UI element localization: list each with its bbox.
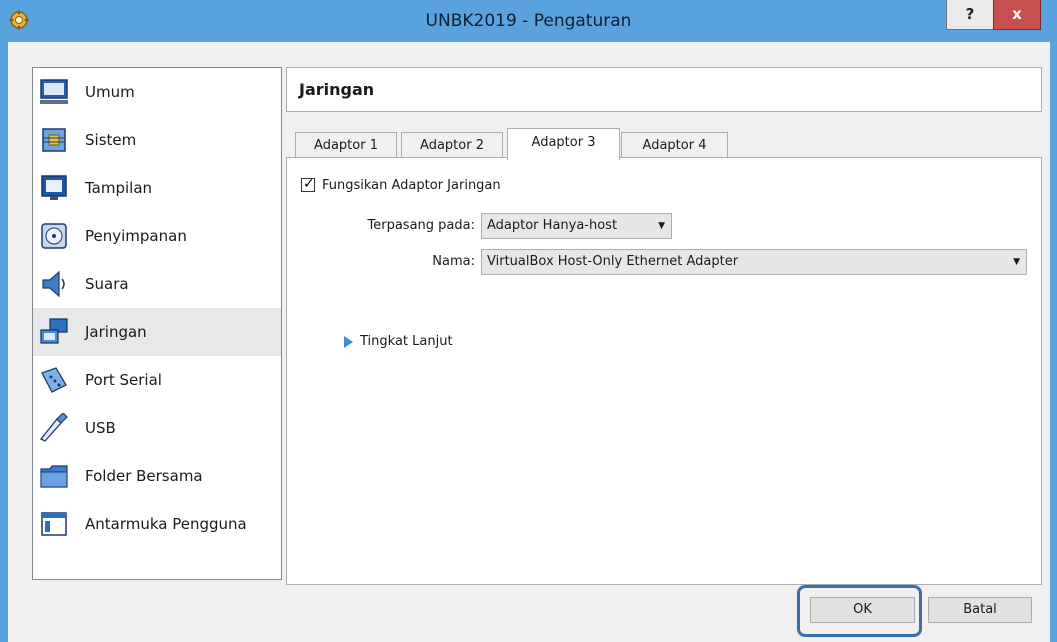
tab-adaptor-1[interactable]: Adaptor 1 bbox=[295, 132, 397, 159]
sidebar-item-label: USB bbox=[85, 419, 116, 437]
settings-window: UNBK2019 - Pengaturan ? x Umum Sistem Ta… bbox=[0, 0, 1057, 642]
speaker-icon bbox=[42, 270, 65, 298]
sidebar-item-label: Penyimpanan bbox=[85, 227, 187, 245]
page-header: Jaringan bbox=[286, 67, 1042, 112]
adapter-name-value: VirtualBox Host-Only Ethernet Adapter bbox=[487, 254, 739, 269]
chip-icon bbox=[42, 128, 66, 152]
sidebar-item-antarmuka-pengguna[interactable]: Antarmuka Pengguna bbox=[33, 500, 281, 548]
cancel-button[interactable]: Batal bbox=[928, 597, 1032, 623]
sidebar-item-jaringan[interactable]: Jaringan bbox=[33, 308, 281, 356]
settings-category-list[interactable]: Umum Sistem Tampilan Penyimpanan Suara J… bbox=[32, 67, 282, 580]
sidebar-item-sistem[interactable]: Sistem bbox=[33, 116, 281, 164]
storage-icon bbox=[41, 223, 67, 249]
adapter-settings-panel: ✓ Fungsikan Adaptor Jaringan Terpasang p… bbox=[286, 157, 1042, 585]
page-title: Jaringan bbox=[299, 80, 375, 99]
sidebar-item-usb[interactable]: USB bbox=[33, 404, 281, 452]
attached-to-select[interactable]: Adaptor Hanya-host ▼ bbox=[481, 213, 672, 239]
sidebar-item-label: Folder Bersama bbox=[85, 467, 203, 485]
network-icon bbox=[40, 318, 68, 344]
sidebar-item-suara[interactable]: Suara bbox=[33, 260, 281, 308]
sidebar-item-tampilan[interactable]: Tampilan bbox=[33, 164, 281, 212]
ui-window-icon bbox=[41, 512, 67, 536]
checkmark-icon: ✓ bbox=[303, 176, 315, 192]
attached-to-value: Adaptor Hanya-host bbox=[487, 218, 618, 233]
sidebar-item-umum[interactable]: Umum bbox=[33, 68, 281, 116]
window-title: UNBK2019 - Pengaturan bbox=[425, 11, 632, 31]
dropdown-arrow-icon: ▼ bbox=[658, 221, 665, 231]
enable-adapter-label: Fungsikan Adaptor Jaringan bbox=[322, 178, 501, 193]
sidebar-item-label: Tampilan bbox=[85, 179, 153, 197]
adapter-name-select[interactable]: VirtualBox Host-Only Ethernet Adapter ▼ bbox=[481, 249, 1027, 275]
sidebar-item-label: Suara bbox=[85, 275, 129, 293]
serial-port-icon bbox=[41, 367, 67, 393]
display-icon bbox=[41, 175, 67, 200]
tab-adaptor-3[interactable]: Adaptor 3 bbox=[507, 128, 620, 160]
ok-button-highlight bbox=[797, 585, 922, 637]
usb-icon bbox=[39, 413, 68, 442]
help-button[interactable]: ? bbox=[946, 0, 994, 30]
tab-adaptor-2[interactable]: Adaptor 2 bbox=[401, 132, 503, 159]
name-label: Nama: bbox=[432, 254, 475, 269]
sidebar-item-label: Umum bbox=[85, 83, 135, 101]
enable-adapter-checkbox[interactable]: ✓ bbox=[301, 176, 315, 192]
advanced-label: Tingkat Lanjut bbox=[360, 334, 453, 349]
sidebar-item-label: Antarmuka Pengguna bbox=[85, 515, 247, 533]
adapter-tabs: Adaptor 1 Adaptor 2 Adaptor 3 Adaptor 4 bbox=[286, 128, 1042, 160]
sidebar-item-label: Jaringan bbox=[85, 323, 147, 341]
dropdown-arrow-icon: ▼ bbox=[1013, 257, 1020, 267]
sidebar-item-port-serial[interactable]: Port Serial bbox=[33, 356, 281, 404]
attached-to-label: Terpasang pada: bbox=[367, 218, 475, 233]
sidebar-item-penyimpanan[interactable]: Penyimpanan bbox=[33, 212, 281, 260]
tab-adaptor-4[interactable]: Adaptor 4 bbox=[621, 132, 728, 159]
expand-arrow-icon bbox=[344, 336, 353, 348]
sidebar-item-label: Sistem bbox=[85, 131, 137, 149]
sidebar-item-folder-bersama[interactable]: Folder Bersama bbox=[33, 452, 281, 500]
sidebar-item-label: Port Serial bbox=[85, 371, 162, 389]
close-button[interactable]: x bbox=[993, 0, 1041, 30]
folder-icon bbox=[40, 465, 68, 488]
monitor-icon bbox=[40, 79, 68, 104]
title-bar[interactable]: UNBK2019 - Pengaturan ? x bbox=[0, 0, 1057, 42]
dialog-client-area: Umum Sistem Tampilan Penyimpanan Suara J… bbox=[8, 42, 1050, 642]
